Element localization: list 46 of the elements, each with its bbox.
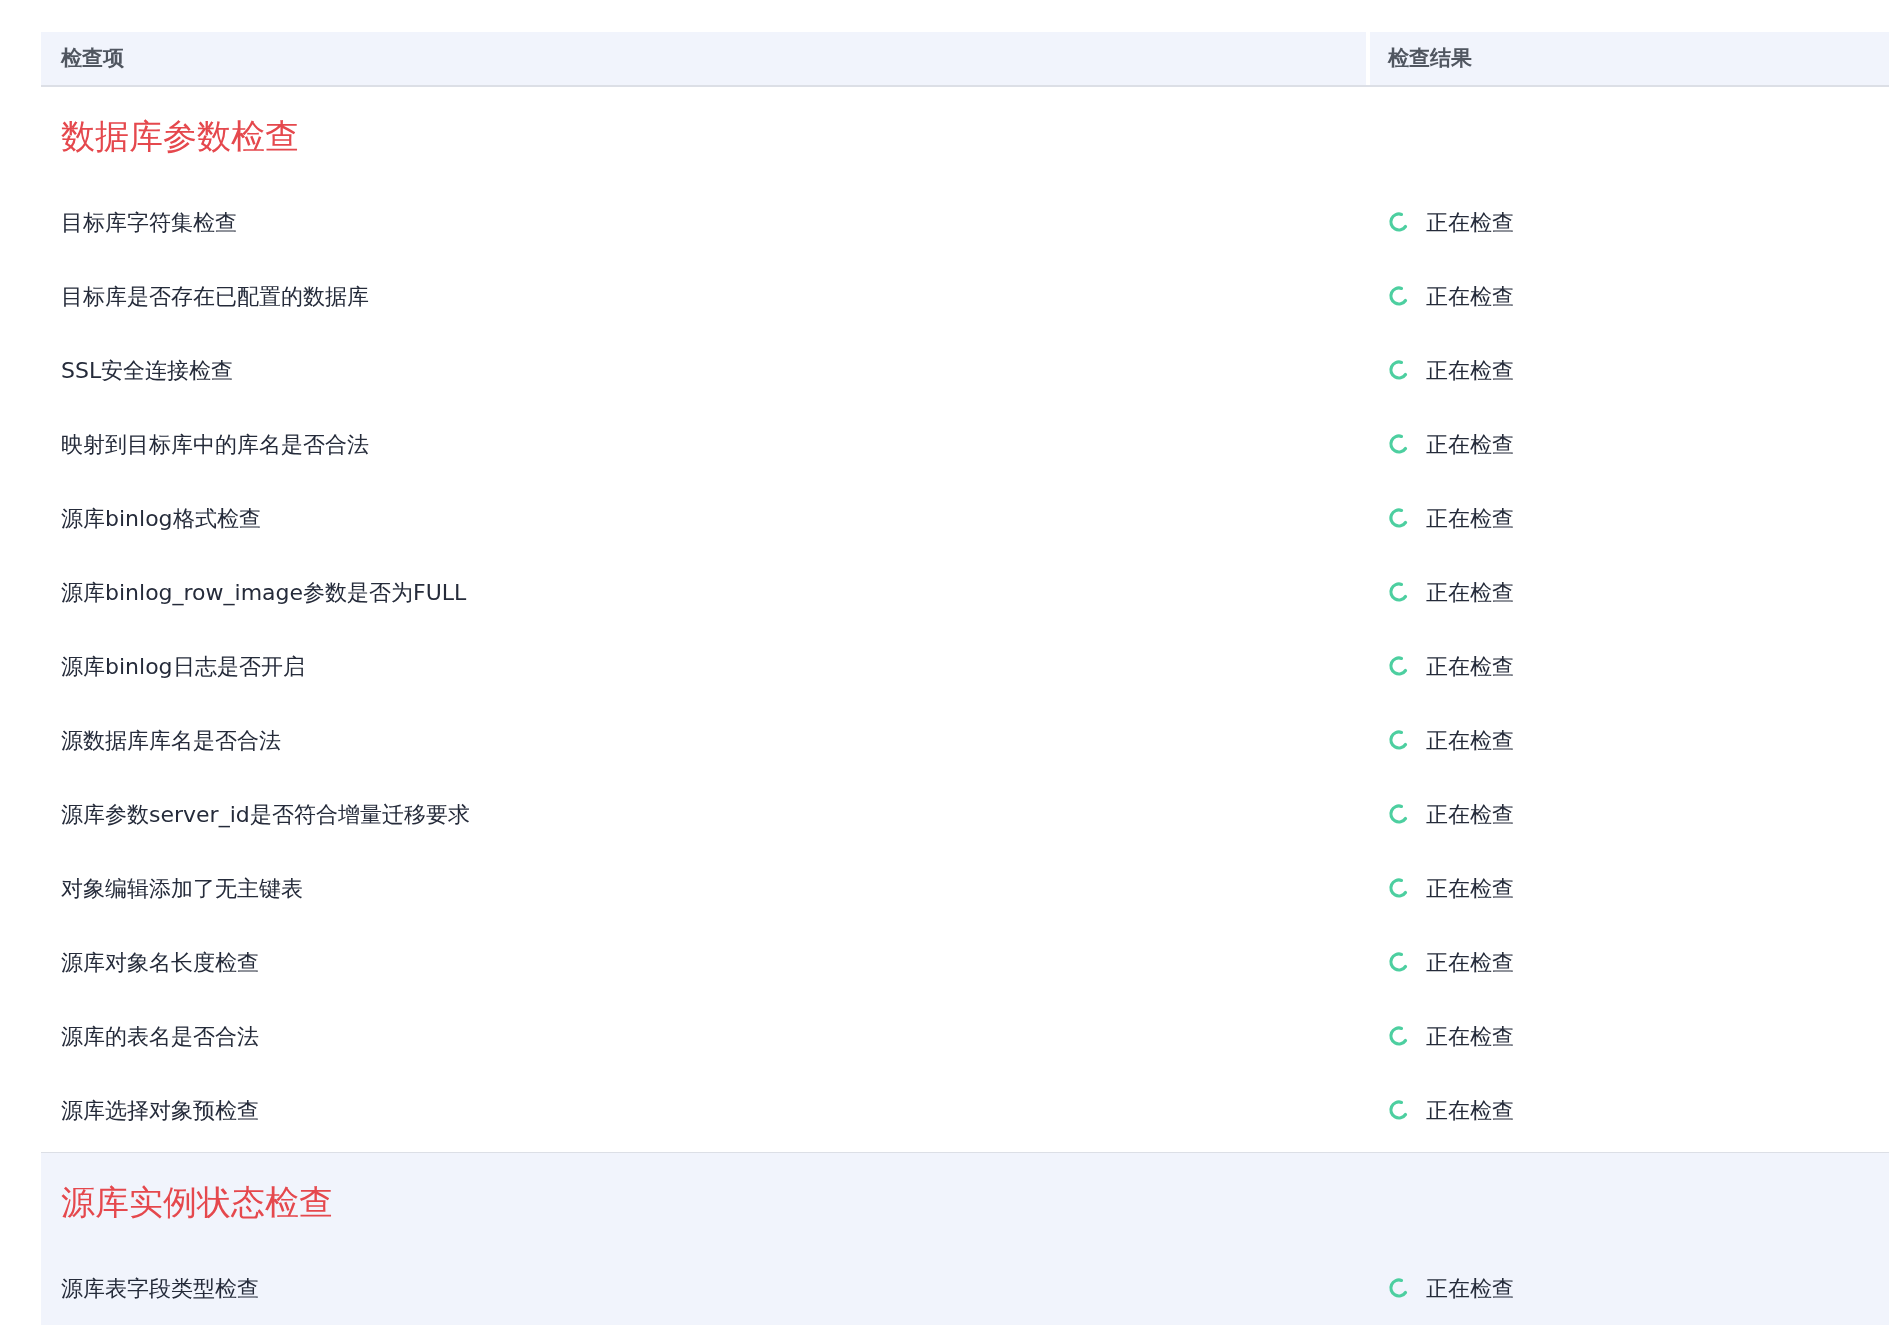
check-status: 正在检查 [1426, 504, 1514, 533]
check-status: 正在检查 [1426, 282, 1514, 311]
spinner-icon [1388, 285, 1410, 307]
check-item: 源库的表名是否合法 [61, 1023, 259, 1049]
check-status: 正在检查 [1426, 726, 1514, 755]
check-status: 正在检查 [1426, 578, 1514, 607]
check-status: 正在检查 [1426, 1096, 1514, 1125]
check-item: 映射到目标库中的库名是否合法 [61, 431, 369, 457]
spinner-icon [1388, 211, 1410, 233]
spinner-icon [1388, 729, 1410, 751]
check-item: 目标库是否存在已配置的数据库 [61, 283, 369, 309]
spinner-icon [1388, 433, 1410, 455]
spinner-icon [1388, 359, 1410, 381]
spinner-icon [1388, 1099, 1410, 1121]
check-status: 正在检查 [1426, 208, 1514, 237]
check-status: 正在检查 [1426, 800, 1514, 829]
spinner-icon [1388, 581, 1410, 603]
check-item: 源库表字段类型检查 [61, 1275, 259, 1301]
check-status: 正在检查 [1426, 1274, 1514, 1303]
spinner-icon [1388, 1277, 1410, 1299]
check-item: 源库binlog日志是否开启 [61, 653, 305, 679]
check-status: 正在检查 [1426, 1022, 1514, 1051]
check-item: 源库对象名长度检查 [61, 949, 259, 975]
check-item: 源库参数server_id是否符合增量迁移要求 [61, 801, 470, 827]
check-status: 正在检查 [1426, 874, 1514, 903]
column-header: 检查项 [59, 44, 125, 72]
spinner-icon [1388, 507, 1410, 529]
spinner-icon [1388, 803, 1410, 825]
check-item: 源库binlog_row_image参数是否为FULL [61, 579, 467, 605]
spinner-icon [1388, 1025, 1410, 1047]
check-status: 正在检查 [1426, 948, 1514, 977]
check-status: 正在检查 [1426, 652, 1514, 681]
check-item: 目标库字符集检查 [61, 209, 237, 235]
section-title: 数据库参数检查 [61, 114, 299, 158]
spinner-icon [1388, 951, 1410, 973]
spinner-icon [1388, 655, 1410, 677]
check-item: 源库选择对象预检查 [61, 1097, 259, 1123]
column-header: 检查结果 [1366, 32, 1889, 85]
check-item: 对象编辑添加了无主键表 [61, 875, 303, 901]
spinner-icon [1388, 877, 1410, 899]
check-item: SSL安全连接检查 [61, 357, 234, 383]
check-status: 正在检查 [1426, 356, 1514, 385]
section-title: 源库实例状态检查 [61, 1180, 333, 1224]
check-item: 源库binlog格式检查 [61, 505, 261, 531]
check-status: 正在检查 [1426, 430, 1514, 459]
check-item: 源数据库库名是否合法 [61, 727, 281, 753]
